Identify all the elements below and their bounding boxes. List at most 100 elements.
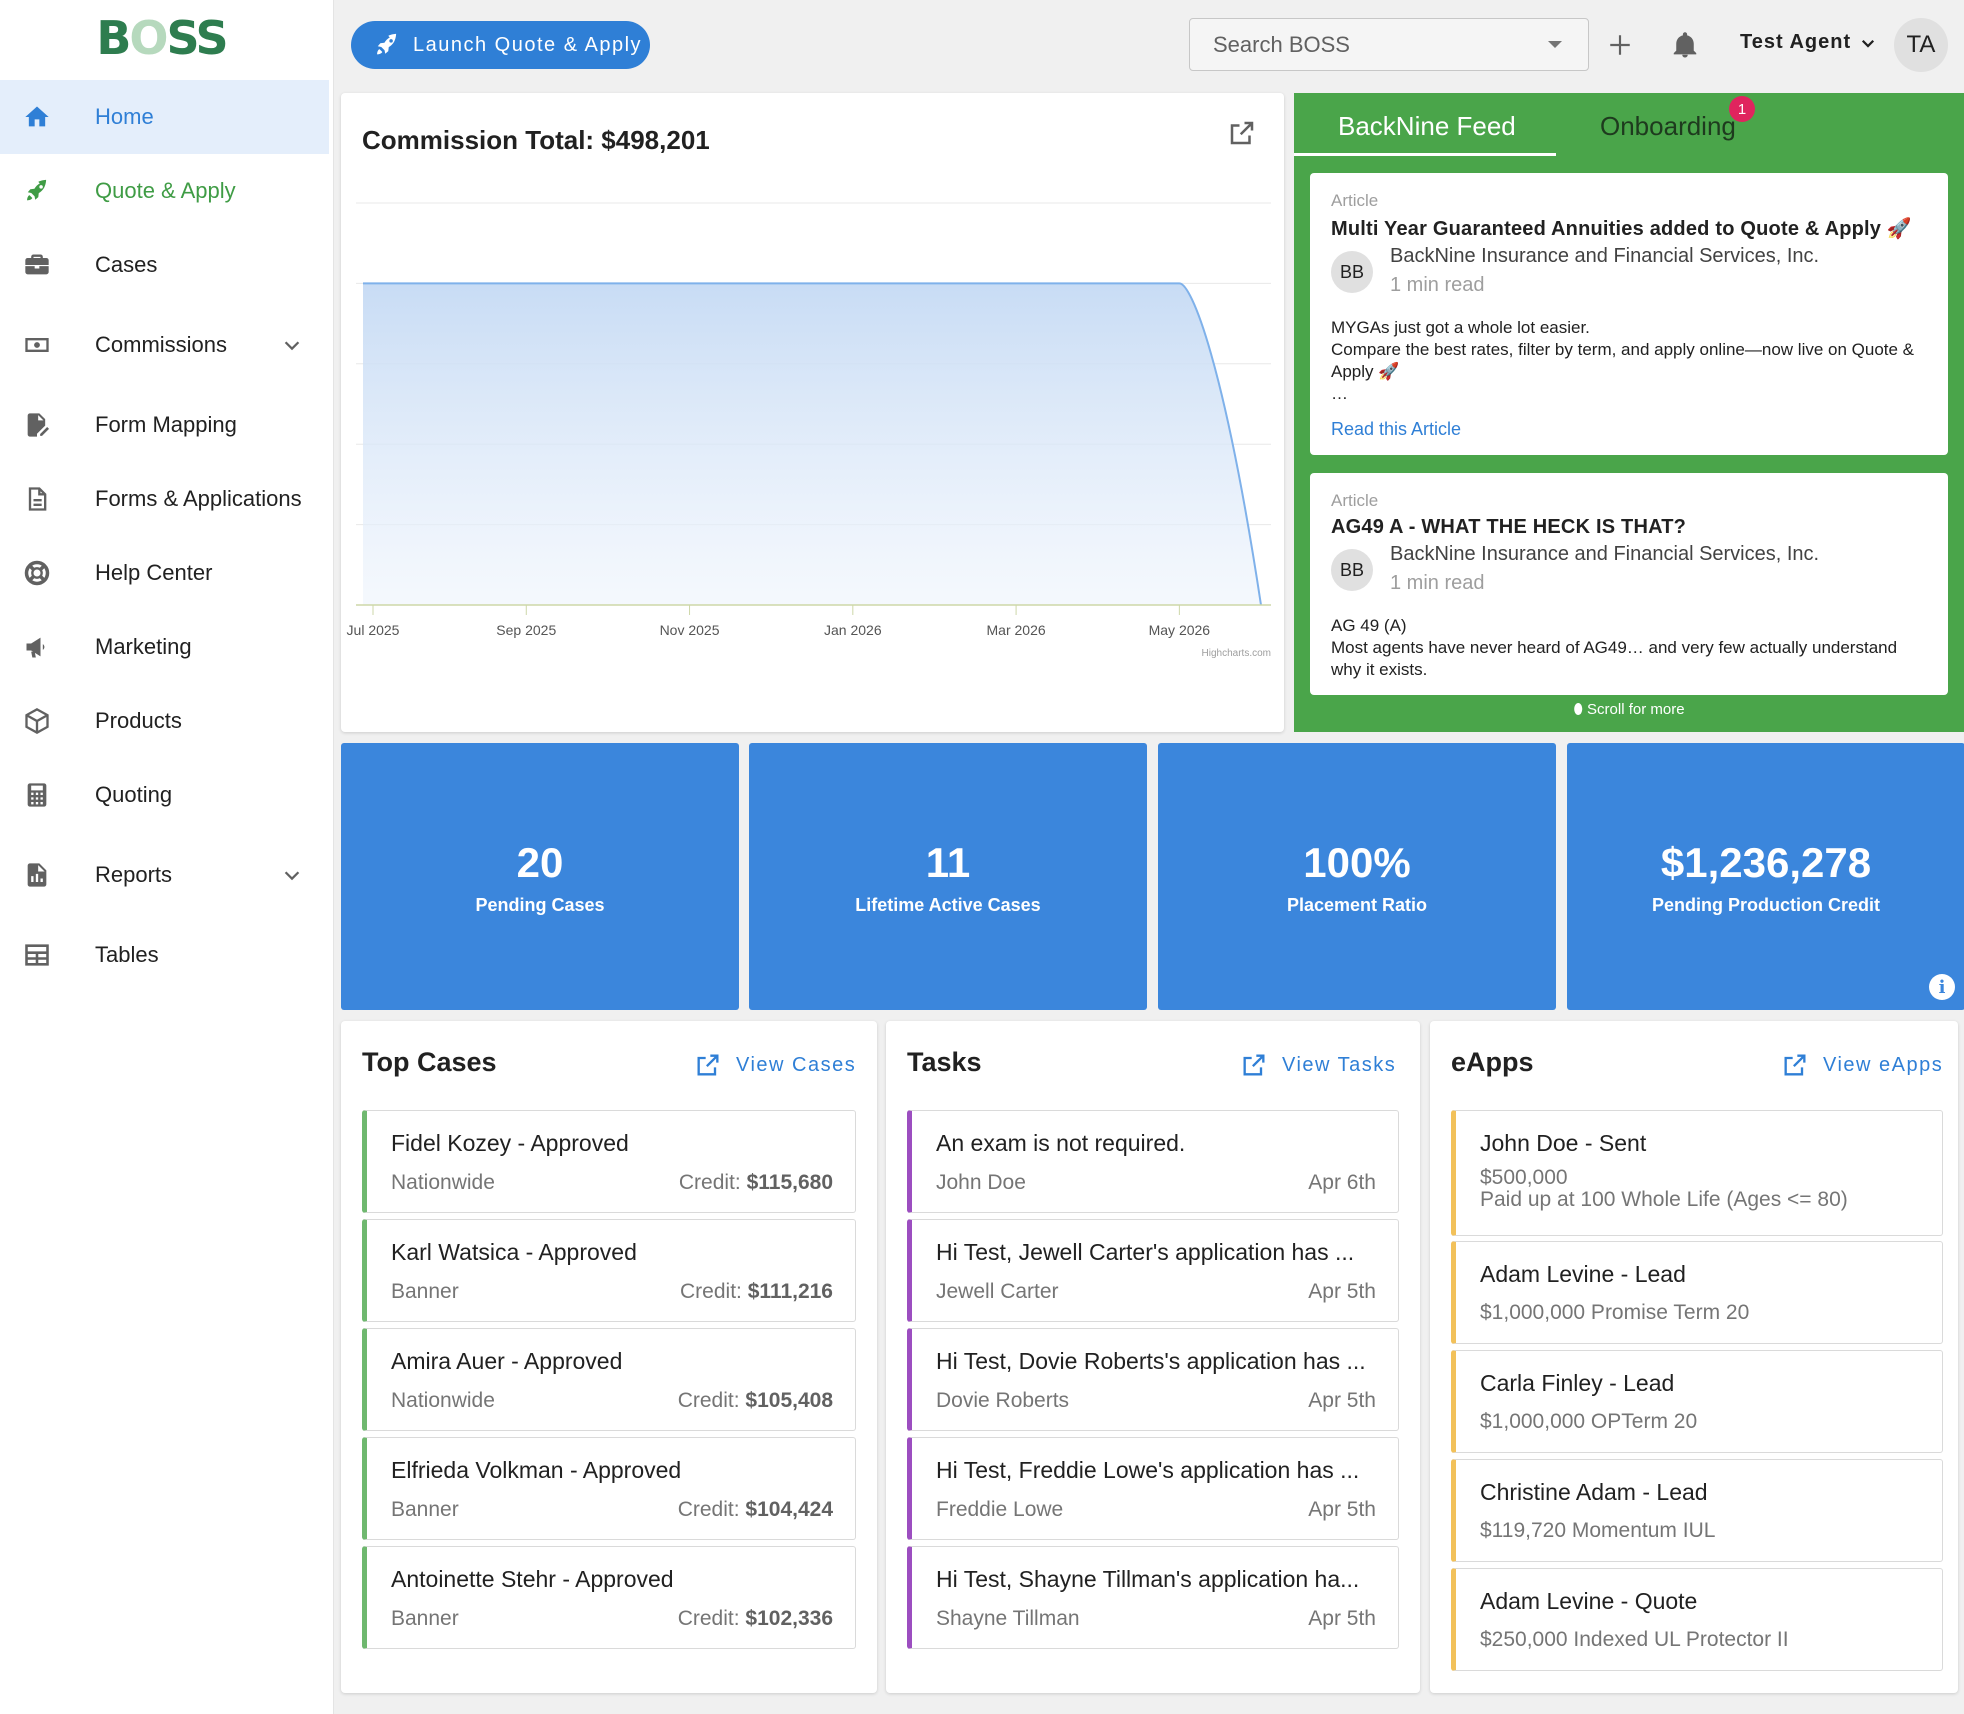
sidebar-nav: Home Quote & Apply Cases Commissions For… — [0, 80, 333, 992]
sidebar-item-quote-apply[interactable]: Quote & Apply — [0, 154, 329, 228]
sidebar-item-reports[interactable]: Reports — [0, 832, 329, 918]
stat-label: Pending Production Credit — [1652, 895, 1880, 915]
task-item[interactable]: Hi Test, Freddie Lowe's application has … — [907, 1437, 1399, 1540]
view-cases-link[interactable]: View Cases — [694, 1051, 856, 1079]
stat-lifetime-active-cases[interactable]: 11 Lifetime Active Cases — [749, 743, 1147, 1010]
mouse-icon: ⬮ — [1573, 701, 1583, 718]
app-logo[interactable]: BOSS — [0, 0, 333, 76]
view-tasks-link[interactable]: View Tasks — [1240, 1051, 1396, 1079]
top-cases-card: Top Cases View Cases Fidel Kozey - Appro… — [341, 1021, 877, 1693]
task-item[interactable]: Hi Test, Shayne Tillman's application ha… — [907, 1546, 1399, 1649]
sidebar-item-quoting[interactable]: Quoting — [0, 758, 329, 832]
task-item[interactable]: Hi Test, Dovie Roberts's application has… — [907, 1328, 1399, 1431]
search-input[interactable] — [1213, 31, 1513, 58]
eapp-item[interactable]: Adam Levine - Quote $250,000 Indexed UL … — [1451, 1568, 1943, 1671]
stat-pending-production-credit[interactable]: $1,236,278 Pending Production Credit i — [1567, 743, 1964, 1010]
link-label: View eApps — [1823, 1053, 1944, 1076]
eapp-detail: $1,000,000 Promise Term 20 — [1480, 1301, 1750, 1324]
article-author: BB BackNine Insurance and Financial Serv… — [1331, 543, 1927, 595]
chart-credit: Highcharts.com — [1202, 648, 1271, 659]
sidebar-item-commissions[interactable]: Commissions — [0, 302, 329, 388]
case-title: Karl Watsica - Approved — [391, 1239, 637, 1265]
launch-quote-apply-button[interactable]: Launch Quote & Apply — [351, 21, 650, 69]
eapp-item[interactable]: Adam Levine - Lead $1,000,000 Promise Te… — [1451, 1241, 1943, 1344]
launch-label: Launch Quote & Apply — [413, 33, 643, 56]
task-date: Apr 6th — [1308, 1171, 1376, 1194]
credit-value: $115,680 — [746, 1171, 833, 1194]
sidebar-item-form-mapping[interactable]: Form Mapping — [0, 388, 329, 462]
case-item[interactable]: Karl Watsica - Approved Banner Credit: $1… — [362, 1219, 856, 1322]
case-item[interactable]: Amira Auer - Approved Nationwide Credit: … — [362, 1328, 856, 1431]
view-eapps-link[interactable]: View eApps — [1781, 1051, 1943, 1079]
stat-placement-ratio[interactable]: 100% Placement Ratio — [1158, 743, 1556, 1010]
sidebar-item-cases[interactable]: Cases — [0, 228, 329, 302]
scroll-label: Scroll for more — [1587, 701, 1685, 718]
sidebar-item-label: Products — [95, 708, 182, 733]
eapp-item[interactable]: John Doe - Sent $500,000 Paid up at 100 … — [1451, 1110, 1943, 1236]
cube-icon — [22, 706, 52, 736]
eapp-item[interactable]: Carla Finley - Lead $1,000,000 OPTerm 20 — [1451, 1350, 1943, 1453]
eapps-card: eApps View eApps John Doe - Sent $500,00… — [1430, 1021, 1958, 1693]
eapp-title: John Doe - Sent — [1480, 1130, 1647, 1156]
bell-icon[interactable] — [1669, 29, 1701, 61]
sidebar-item-label: Home — [95, 104, 154, 129]
credit-label: Credit: — [677, 1389, 740, 1412]
article-title[interactable]: AG49 A - WHAT THE HECK IS THAT? — [1331, 516, 1927, 539]
add-icon[interactable] — [1604, 29, 1636, 61]
article-title[interactable]: Multi Year Guaranteed Annuities added to… — [1331, 216, 1927, 241]
task-person: Dovie Roberts — [936, 1389, 1070, 1412]
author-avatar: BB — [1331, 549, 1373, 591]
sidebar-item-label: Commissions — [95, 332, 228, 357]
avatar[interactable]: TA — [1894, 18, 1948, 72]
article-kind: Article — [1331, 491, 1379, 510]
x-tick-label: May 2026 — [1149, 622, 1211, 638]
case-title: Elfrieda Volkman - Approved — [391, 1457, 682, 1483]
credit-value: $104,424 — [745, 1498, 833, 1521]
case-item[interactable]: Elfrieda Volkman - Approved Banner Credit… — [362, 1437, 856, 1540]
tab-backnine-feed[interactable]: BackNine Feed — [1338, 111, 1516, 142]
sidebar-item-forms-applications[interactable]: Forms & Applications — [0, 462, 329, 536]
sidebar-item-help-center[interactable]: Help Center — [0, 536, 329, 610]
search-field[interactable] — [1189, 18, 1589, 71]
eapp-item[interactable]: Christine Adam - Lead $119,720 Momentum … — [1451, 1459, 1943, 1562]
article-card[interactable]: Article AG49 A - WHAT THE HECK IS THAT? … — [1310, 473, 1948, 695]
sidebar-item-tables[interactable]: Tables — [0, 918, 329, 992]
dropdown-caret-icon[interactable] — [1548, 41, 1562, 48]
body-line: AG 49 (A) — [1331, 616, 1407, 635]
tab-onboarding[interactable]: Onboarding — [1600, 111, 1736, 142]
task-person: Jewell Carter — [936, 1280, 1059, 1303]
stat-value: $1,236,278 — [1660, 839, 1872, 886]
article-kind: Article — [1331, 191, 1379, 210]
file-document-icon — [22, 484, 52, 514]
home-icon — [22, 102, 52, 132]
sidebar-item-marketing[interactable]: Marketing — [0, 610, 329, 684]
case-item[interactable]: Antoinette Stehr - Approved Banner Credit… — [362, 1546, 856, 1649]
read-article-link[interactable]: Read this Article — [1331, 419, 1461, 440]
chevron-down-icon[interactable] — [281, 334, 303, 356]
sidebar-item-label: Cases — [95, 252, 158, 277]
sidebar-item-products[interactable]: Products — [0, 684, 329, 758]
task-item[interactable]: An exam is not required. John Doe Apr 6th — [907, 1110, 1399, 1213]
table-icon — [22, 940, 52, 970]
info-icon[interactable]: i — [1929, 974, 1955, 1000]
article-card[interactable]: Article Multi Year Guaranteed Annuities … — [1310, 173, 1948, 455]
credit-label: Credit: — [677, 1498, 740, 1521]
eapp-title: Carla Finley - Lead — [1480, 1370, 1675, 1396]
task-item[interactable]: Hi Test, Jewell Carter's application has… — [907, 1219, 1399, 1322]
body-line: MYGAs just got a whole lot easier. — [1331, 318, 1590, 337]
author-avatar: BB — [1331, 251, 1373, 293]
scroll-for-more[interactable]: ⬮ Scroll for more — [1294, 701, 1964, 718]
x-tick-label: Mar 2026 — [987, 622, 1046, 638]
user-menu[interactable]: Test Agent — [1740, 31, 1877, 54]
read-time: 1 min read — [1390, 274, 1485, 296]
eapp-title: Adam Levine - Quote — [1480, 1588, 1698, 1614]
chevron-down-icon[interactable] — [281, 864, 303, 886]
link-label: View Cases — [736, 1053, 857, 1076]
credit: Credit: $102,336 — [678, 1607, 833, 1631]
stat-pending-cases[interactable]: 20 Pending Cases — [341, 743, 739, 1010]
case-title: Fidel Kozey - Approved — [391, 1130, 629, 1156]
sidebar-item-home[interactable]: Home — [0, 80, 329, 154]
case-item[interactable]: Fidel Kozey - Approved Nationwide Credit:… — [362, 1110, 856, 1213]
lifebuoy-icon — [22, 558, 52, 588]
task-title: Hi Test, Dovie Roberts's application has… — [936, 1348, 1366, 1374]
